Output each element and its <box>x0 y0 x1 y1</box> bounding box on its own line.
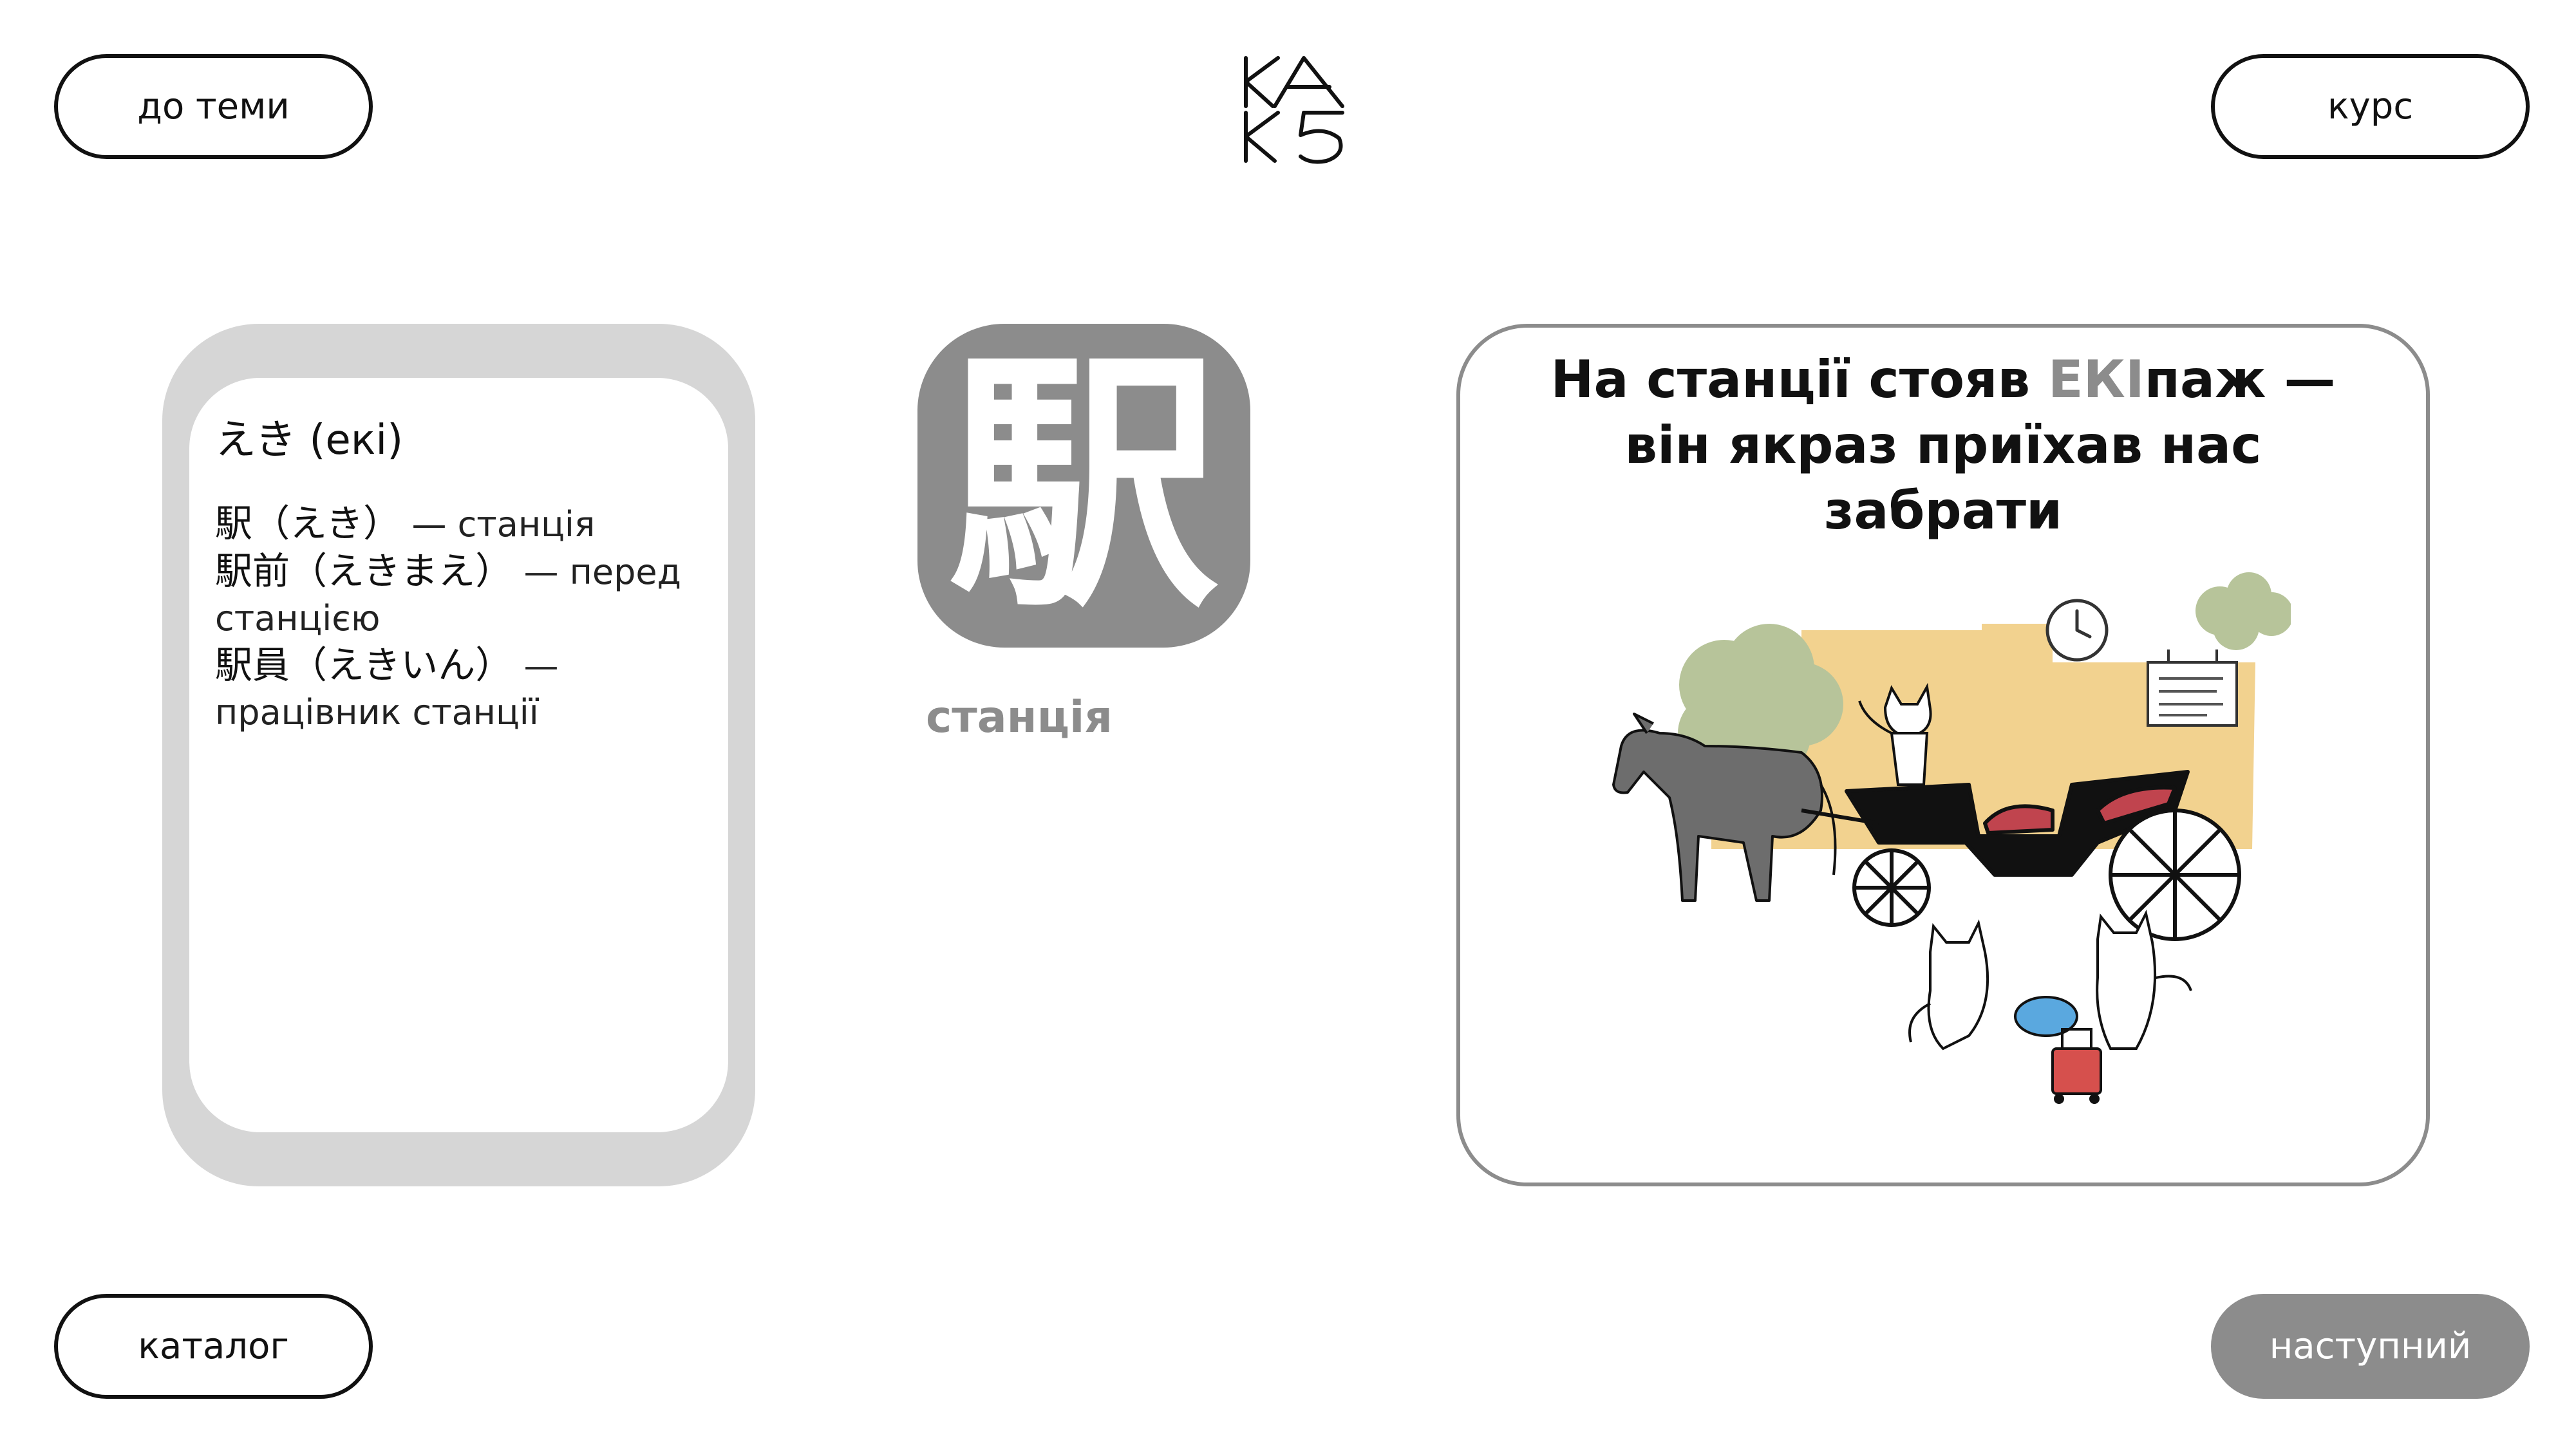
vocab-entry-word: 駅前（えきまえ） <box>215 549 513 594</box>
vocab-entry-meaning: — станція <box>411 504 596 545</box>
vocab-entry-word: 駅員（えきいん） <box>215 643 513 687</box>
catalog-label: каталог <box>138 1325 289 1367</box>
course-button[interactable]: курс <box>2211 54 2530 159</box>
vocab-entry-word: 駅（えき） <box>215 501 401 546</box>
next-button[interactable]: наступний <box>2211 1294 2530 1399</box>
mnemonic-highlight: ЕКІ <box>2047 350 2145 409</box>
kanji-meaning: станція <box>926 692 1113 743</box>
mnemonic-card: На станції стояв ЕКІпаж — він якраз приї… <box>1456 324 2430 1186</box>
next-label: наступний <box>2269 1325 2472 1367</box>
kanji-character: 駅 <box>948 328 1219 643</box>
kanji-tile: 駅 <box>917 324 1250 648</box>
vocab-entry: 駅員（えきいん） — працівник станції <box>215 642 702 736</box>
vocab-entry: 駅前（えきまえ） — перед станцією <box>215 548 702 642</box>
kanji-reading: えき (екі) <box>215 416 404 464</box>
horse-carriage-illustration-icon <box>1612 572 2291 1104</box>
mnemonic-text-before: На станції стояв <box>1550 350 2048 409</box>
vocab-entry: 駅（えき） — станція <box>215 500 702 548</box>
vocabulary-card: えき (екі) 駅（えき） — станція 駅前（えきまえ） — пере… <box>162 324 755 1186</box>
back-to-topic-label: до теми <box>137 86 290 127</box>
course-label: курс <box>2327 86 2414 127</box>
app-logo-icon <box>1244 56 1344 164</box>
catalog-button[interactable]: каталог <box>54 1294 373 1399</box>
mnemonic-text: На станції стояв ЕКІпаж — він якраз приї… <box>1499 347 2387 544</box>
back-to-topic-button[interactable]: до теми <box>54 54 373 159</box>
vocabulary-card-content: えき (екі) 駅（えき） — станція 駅前（えきまえ） — пере… <box>189 378 728 1132</box>
cats-with-luggage-icon <box>1908 910 2192 1104</box>
